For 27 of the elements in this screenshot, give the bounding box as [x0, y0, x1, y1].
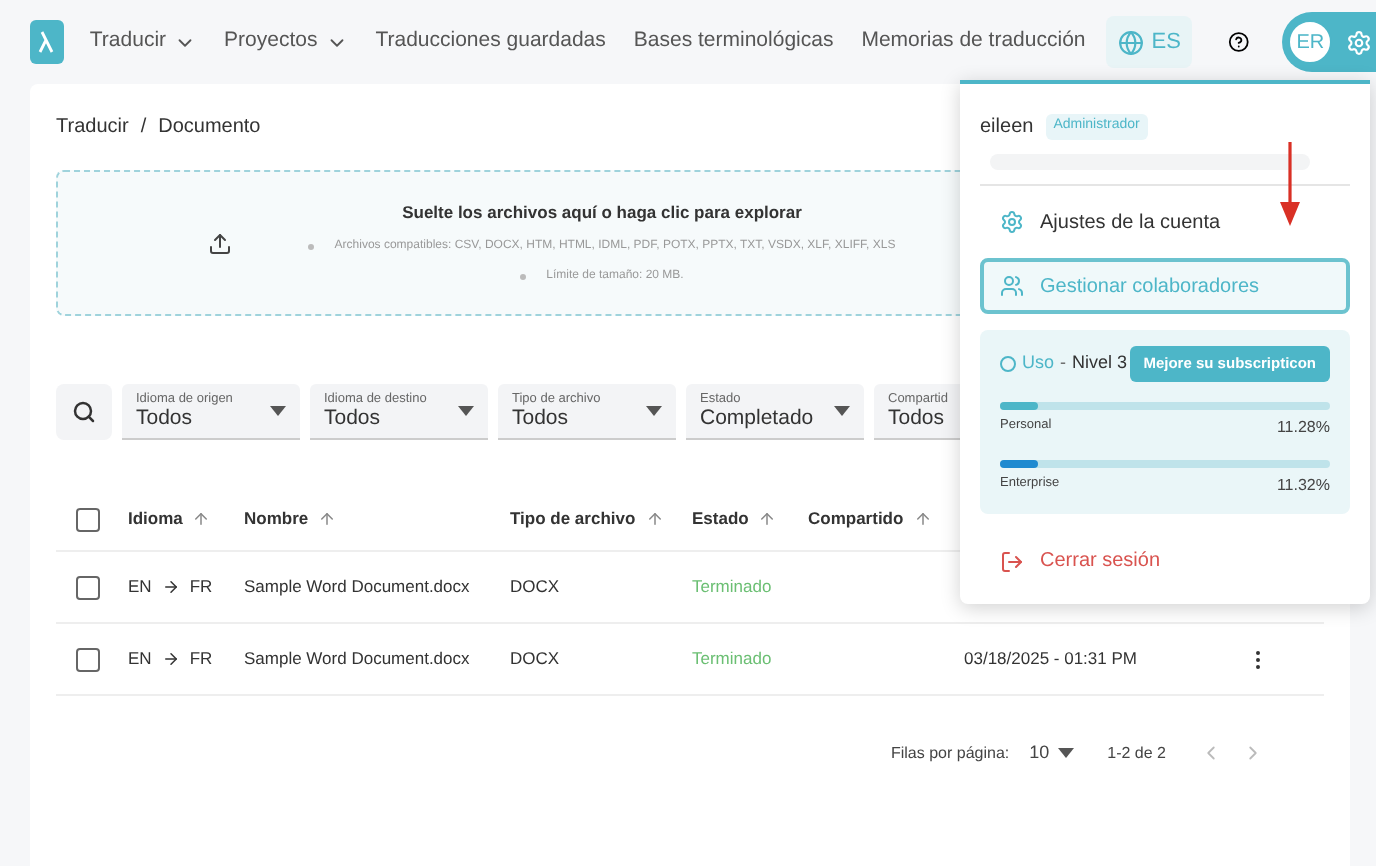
- page-range: 1-2 de 2: [1107, 741, 1166, 766]
- meter-reading: 11.28%: [1276, 416, 1330, 440]
- breadcrumb-item: Documento: [158, 114, 261, 142]
- file-name: Sample Word Document.docx: [244, 646, 472, 672]
- rows-per-page-label: Filas por página:: [890, 741, 1010, 766]
- file-type: DOCX: [510, 574, 562, 600]
- filter-value: Todos: [888, 408, 947, 429]
- language-code: EN: [128, 574, 152, 600]
- shared-date: 03/18/2025 - 01:31 PM: [964, 646, 1137, 672]
- language-code: FR: [189, 646, 213, 672]
- plan-level: Nivel 3: [1072, 350, 1128, 377]
- filter-value: Todos: [324, 408, 383, 429]
- file-type: DOCX: [510, 646, 562, 672]
- breadcrumb-item: /: [140, 114, 147, 142]
- filter-value: Todos: [512, 408, 571, 429]
- language-code: FR: [189, 574, 213, 600]
- usage-title: Uso: [1022, 350, 1055, 377]
- filter-value: Completado: [700, 408, 814, 429]
- user-name: eileen: [980, 114, 1034, 142]
- upload-title: Suelte los archivos aquí o haga clic para explorar: [402, 200, 802, 226]
- filter-value: Todos: [136, 408, 195, 429]
- meter-reading: 11.32%: [1276, 474, 1330, 498]
- status-text: Terminado: [692, 646, 774, 672]
- separator-text: -: [1060, 350, 1067, 377]
- file-name: Sample Word Document.docx: [244, 574, 472, 600]
- status-text: Terminado: [692, 574, 774, 600]
- language-code: EN: [128, 646, 152, 672]
